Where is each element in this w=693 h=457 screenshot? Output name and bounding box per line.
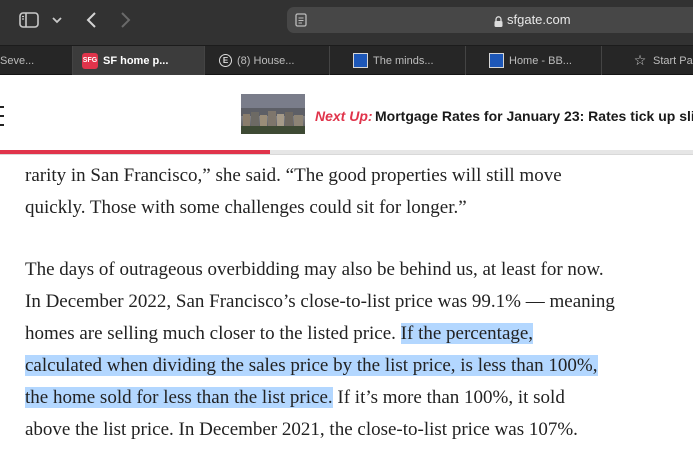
- highlighted-text: If the percentage,: [400, 323, 534, 344]
- article-text: In December 2022, San Francisco’s close-…: [25, 291, 615, 312]
- article-text: The days of outrageous overbidding may a…: [25, 259, 604, 280]
- next-up-thumbnail[interactable]: [241, 94, 305, 134]
- back-arrow-icon[interactable]: [82, 9, 100, 31]
- tab-label: The minds...: [373, 54, 434, 67]
- article-line: In December 2022, San Francisco’s close-…: [25, 286, 675, 318]
- browser-toolbar: sfgate.com: [0, 0, 693, 46]
- highlighted-text: the home sold for less than the list pri…: [25, 387, 333, 408]
- star-icon: ☆: [633, 52, 647, 68]
- chevron-down-icon[interactable]: [50, 12, 64, 28]
- tab-4[interactable]: The minds...: [330, 46, 466, 75]
- tab-label: Seve...: [0, 54, 35, 67]
- article-line: The days of outrageous overbidding may a…: [25, 254, 675, 286]
- next-up-label: Next Up:: [315, 108, 373, 124]
- menu-icon-edge[interactable]: [0, 115, 4, 117]
- url-text: sfgate.com: [507, 12, 571, 27]
- article-line: quickly. Those with some challenges coul…: [25, 192, 675, 224]
- tab-label: SF home p...: [103, 54, 169, 67]
- next-up-title-link[interactable]: Mortgage Rates for January 23: Rates tic…: [375, 108, 693, 124]
- circle-e-favicon-icon: E: [219, 54, 232, 67]
- header-divider: [0, 154, 693, 155]
- tab-label: Home - BB...: [509, 54, 572, 67]
- article-line: the home sold for less than the list pri…: [25, 382, 675, 414]
- blue-square-favicon-icon: [353, 53, 368, 68]
- article-text: homes are selling much closer to the lis…: [25, 323, 401, 344]
- article-text: rarity in San Francisco,” she said. “The…: [25, 165, 562, 186]
- tab-active-sfgate[interactable]: SFG SF home p...: [73, 46, 205, 75]
- tab-bar: Seve... SFG SF home p... E (8) House... …: [0, 46, 693, 75]
- sidebar-toggle-icon[interactable]: [18, 11, 40, 29]
- article-text: quickly. Those with some challenges coul…: [25, 197, 467, 218]
- tab-label: Start Pa: [653, 54, 693, 67]
- article-line: rarity in San Francisco,” she said. “The…: [25, 160, 675, 192]
- article-line: calculated when dividing the sales price…: [25, 350, 675, 382]
- menu-icon-edge[interactable]: [0, 106, 4, 108]
- tab-1[interactable]: Seve...: [0, 46, 73, 75]
- address-bar[interactable]: sfgate.com: [287, 7, 693, 33]
- tab-3[interactable]: E (8) House...: [205, 46, 330, 75]
- article-body: rarity in San Francisco,” she said. “The…: [25, 160, 675, 446]
- highlighted-text: calculated when dividing the sales price…: [25, 355, 598, 376]
- forward-arrow-icon[interactable]: [117, 9, 135, 31]
- site-header: Next Up: Mortgage Rates for January 23: …: [0, 75, 693, 155]
- article-text: above the list price. In December 2021, …: [25, 419, 578, 440]
- article-line: above the list price. In December 2021, …: [25, 414, 675, 446]
- tab-5[interactable]: Home - BB...: [466, 46, 602, 75]
- page-icon: [295, 13, 307, 27]
- menu-icon-edge[interactable]: [0, 124, 4, 126]
- tab-label: (8) House...: [237, 54, 295, 67]
- sfgate-favicon-icon: SFG: [82, 52, 98, 69]
- tab-6[interactable]: ☆ Start Pa: [602, 46, 693, 75]
- article-text: If it’s more than 100%, it sold: [332, 387, 565, 408]
- blue-square-favicon-icon: [489, 53, 504, 68]
- url-display[interactable]: sfgate.com: [494, 12, 571, 27]
- article-line: homes are selling much closer to the lis…: [25, 318, 675, 350]
- lock-icon: [494, 14, 503, 27]
